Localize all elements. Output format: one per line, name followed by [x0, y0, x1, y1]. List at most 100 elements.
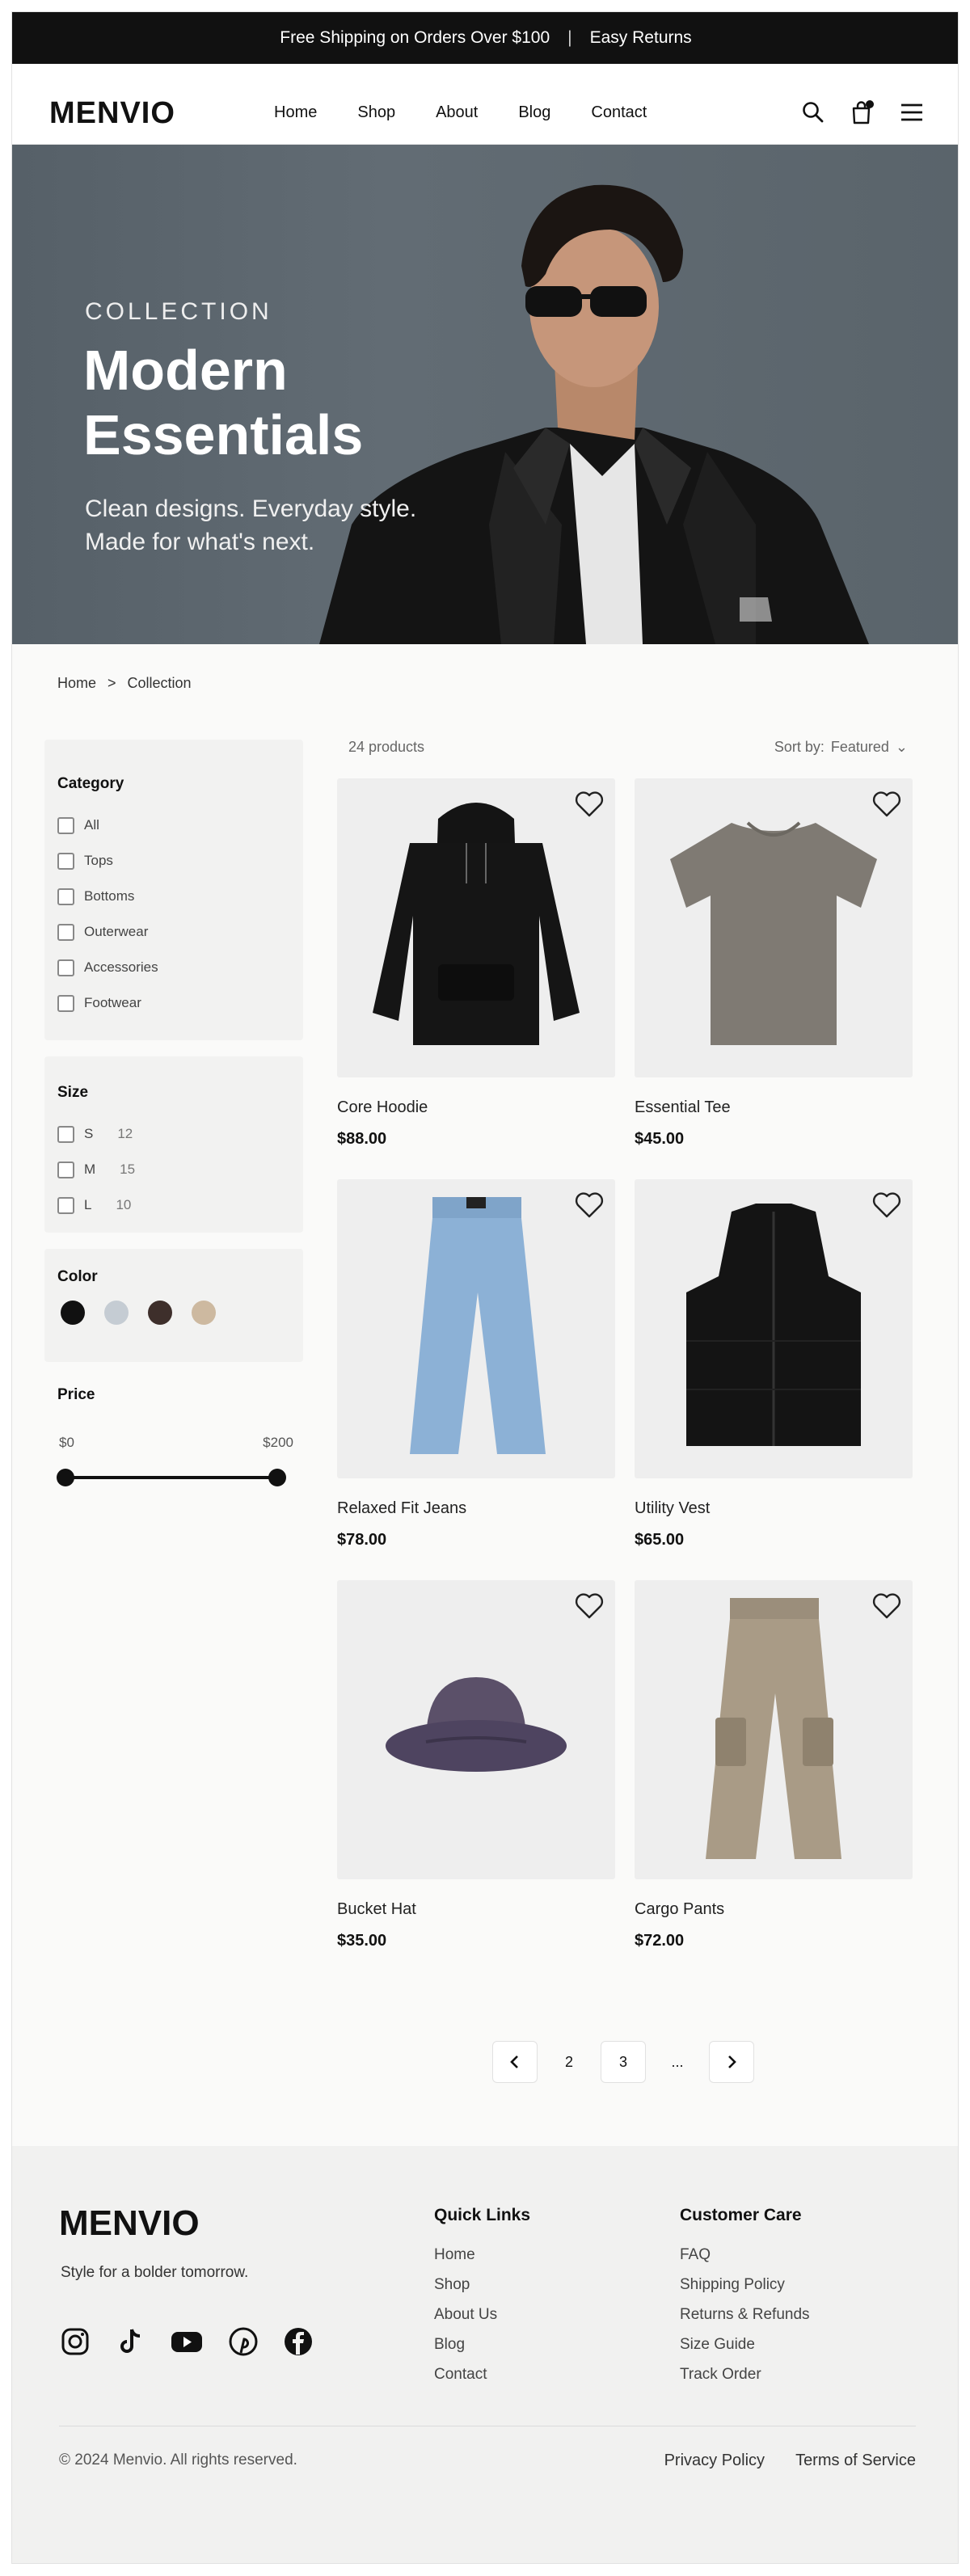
pinterest-icon[interactable] [227, 2325, 259, 2358]
size-option-l[interactable]: L 10 [57, 1187, 303, 1223]
price-slider-max-handle[interactable] [268, 1469, 286, 1486]
category-option-bottoms[interactable]: Bottoms [57, 879, 303, 914]
product-name[interactable]: Bucket Hat [337, 1900, 615, 1919]
tiktok-icon[interactable] [114, 2325, 146, 2358]
page-2-button[interactable]: 2 [547, 2041, 591, 2083]
product-card[interactable]: Cargo Pants $72.00 [635, 1580, 913, 1950]
promo-separator: | [567, 28, 572, 47]
color-swatch-brown[interactable] [148, 1301, 172, 1325]
sort-value[interactable]: Featured [831, 739, 889, 756]
facebook-icon[interactable] [282, 2325, 314, 2358]
footer-link-blog[interactable]: Blog [434, 2336, 530, 2366]
checkbox[interactable] [57, 959, 74, 976]
nav-about[interactable]: About [436, 104, 478, 120]
menu-icon[interactable] [900, 100, 924, 124]
heart-icon[interactable] [573, 1590, 605, 1622]
product-card[interactable]: Utility Vest $65.00 [635, 1179, 913, 1549]
page-frame: Free Shipping on Orders Over $100 | Easy… [11, 11, 959, 2564]
checkbox[interactable] [57, 1125, 74, 1143]
header-icons [801, 99, 924, 125]
product-name[interactable]: Essential Tee [635, 1098, 913, 1117]
footer-link-shipping[interactable]: Shipping Policy [680, 2276, 810, 2306]
product-price: $65.00 [635, 1531, 685, 1549]
heart-icon[interactable] [871, 1189, 903, 1221]
product-image-jeans[interactable] [337, 1179, 615, 1478]
product-card[interactable]: Bucket Hat $35.00 [337, 1580, 615, 1950]
breadcrumb-home[interactable]: Home [57, 675, 96, 692]
product-card[interactable]: Core Hoodie $88.00 [337, 778, 615, 1149]
checkbox[interactable] [57, 1161, 74, 1178]
checkbox[interactable] [57, 852, 74, 870]
instagram-icon[interactable] [59, 2325, 91, 2358]
category-option-footwear[interactable]: Footwear [57, 985, 303, 1021]
prev-page-button[interactable] [492, 2041, 538, 2083]
product-name[interactable]: Cargo Pants [635, 1900, 913, 1919]
heart-icon[interactable] [573, 788, 605, 820]
footer-link-home[interactable]: Home [434, 2246, 530, 2276]
footer-link-size-guide[interactable]: Size Guide [680, 2336, 810, 2366]
size-option-s[interactable]: S 12 [57, 1116, 303, 1152]
category-option-accessories[interactable]: Accessories [57, 950, 303, 985]
footer-customer-care: Customer Care FAQ Shipping Policy Return… [680, 2206, 810, 2396]
checkbox[interactable] [57, 994, 74, 1012]
price-range-labels: $0 $200 [59, 1435, 293, 1451]
promo-returns-text: Easy Returns [589, 28, 692, 47]
category-option-outerwear[interactable]: Outerwear [57, 914, 303, 950]
footer-link-about[interactable]: About Us [434, 2306, 530, 2336]
site-logo[interactable]: MENVIO [49, 98, 175, 129]
terms-of-service-link[interactable]: Terms of Service [795, 2452, 916, 2470]
sort-dropdown[interactable]: Sort by: Featured ⌄ [774, 739, 908, 756]
heart-icon[interactable] [871, 788, 903, 820]
price-slider-min-handle[interactable] [57, 1469, 74, 1486]
product-image-hat[interactable] [337, 1580, 615, 1879]
footer-link-contact[interactable]: Contact [434, 2366, 530, 2396]
color-swatch-beige[interactable] [192, 1301, 216, 1325]
footer-logo[interactable]: MENVIO [59, 2206, 200, 2241]
product-image-cargo[interactable] [635, 1580, 913, 1879]
pagination: 2 3 ... [492, 2041, 754, 2083]
heart-icon[interactable] [871, 1590, 903, 1622]
size-option-m[interactable]: M 15 [57, 1152, 303, 1187]
color-swatches [61, 1301, 303, 1325]
color-swatch-black[interactable] [61, 1301, 85, 1325]
category-option-all[interactable]: All [57, 807, 303, 843]
chevron-right-icon [728, 2055, 736, 2068]
category-option-tops[interactable]: Tops [57, 843, 303, 879]
footer-link-faq[interactable]: FAQ [680, 2246, 810, 2276]
product-image-hoodie[interactable] [337, 778, 615, 1077]
page-3-button[interactable]: 3 [601, 2041, 646, 2083]
chevron-left-icon [510, 2055, 518, 2068]
next-page-button[interactable] [709, 2041, 754, 2083]
footer-link-track-order[interactable]: Track Order [680, 2366, 810, 2396]
privacy-policy-link[interactable]: Privacy Policy [664, 2452, 765, 2470]
footer-link-returns[interactable]: Returns & Refunds [680, 2306, 810, 2336]
product-card[interactable]: Relaxed Fit Jeans $78.00 [337, 1179, 615, 1549]
product-image-vest[interactable] [635, 1179, 913, 1478]
hoodie-image [373, 803, 580, 1045]
category-filter-title: Category [57, 775, 124, 792]
breadcrumb-separator: > [108, 675, 116, 691]
checkbox[interactable] [57, 816, 74, 834]
nav-shop[interactable]: Shop [357, 104, 395, 120]
product-name[interactable]: Core Hoodie [337, 1098, 615, 1117]
heart-icon[interactable] [573, 1189, 605, 1221]
hero-subtitle: Clean designs. Everyday style. Made for … [85, 495, 417, 556]
checkbox[interactable] [57, 1196, 74, 1214]
youtube-icon[interactable] [169, 2325, 205, 2358]
footer-link-shop[interactable]: Shop [434, 2276, 530, 2306]
bag-icon[interactable] [850, 99, 875, 125]
product-name[interactable]: Utility Vest [635, 1499, 913, 1518]
nav-home[interactable]: Home [274, 104, 317, 120]
product-image-tee[interactable] [635, 778, 913, 1077]
price-slider[interactable] [57, 1467, 286, 1488]
color-swatch-light-gray[interactable] [104, 1301, 129, 1325]
search-icon[interactable] [801, 100, 825, 124]
checkbox[interactable] [57, 923, 74, 941]
nav-contact[interactable]: Contact [591, 104, 647, 120]
product-name[interactable]: Relaxed Fit Jeans [337, 1499, 615, 1518]
product-card[interactable]: Essential Tee $45.00 [635, 778, 913, 1149]
price-slider-track[interactable] [65, 1476, 277, 1479]
product-price: $88.00 [337, 1130, 387, 1148]
nav-blog[interactable]: Blog [518, 104, 550, 120]
checkbox[interactable] [57, 887, 74, 905]
